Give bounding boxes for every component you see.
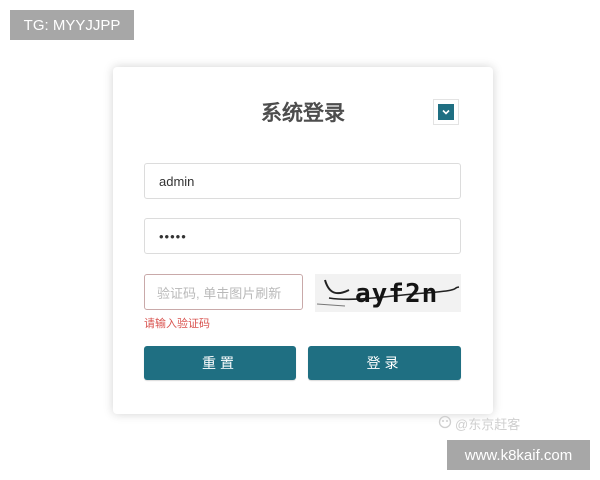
captcha-error: 请输入验证码 [144,318,210,330]
captcha-image[interactable]: ayf2n [315,274,461,312]
username-field[interactable]: admin [144,163,461,199]
captcha-code: ayf2n [355,279,439,309]
watermark-text: @东京赶客 [455,417,521,432]
reset-button[interactable]: 重置 [144,346,296,380]
site-badge: www.k8kaif.com [447,440,590,470]
tg-badge: TG: MYYJJPP [10,10,134,40]
dropdown-toggle[interactable] [433,99,459,125]
login-button[interactable]: 登录 [308,346,461,380]
watermark: @东京赶客 [438,414,520,433]
captcha-input[interactable]: 验证码, 单击图片刷新 [144,274,303,310]
login-card: 系统登录 admin ••••• 验证码, 单击图片刷新 ayf2n 请输入验证… [113,67,493,414]
chevron-down-icon [438,104,454,120]
watermark-logo-icon [438,415,452,432]
password-field[interactable]: ••••• [144,218,461,254]
